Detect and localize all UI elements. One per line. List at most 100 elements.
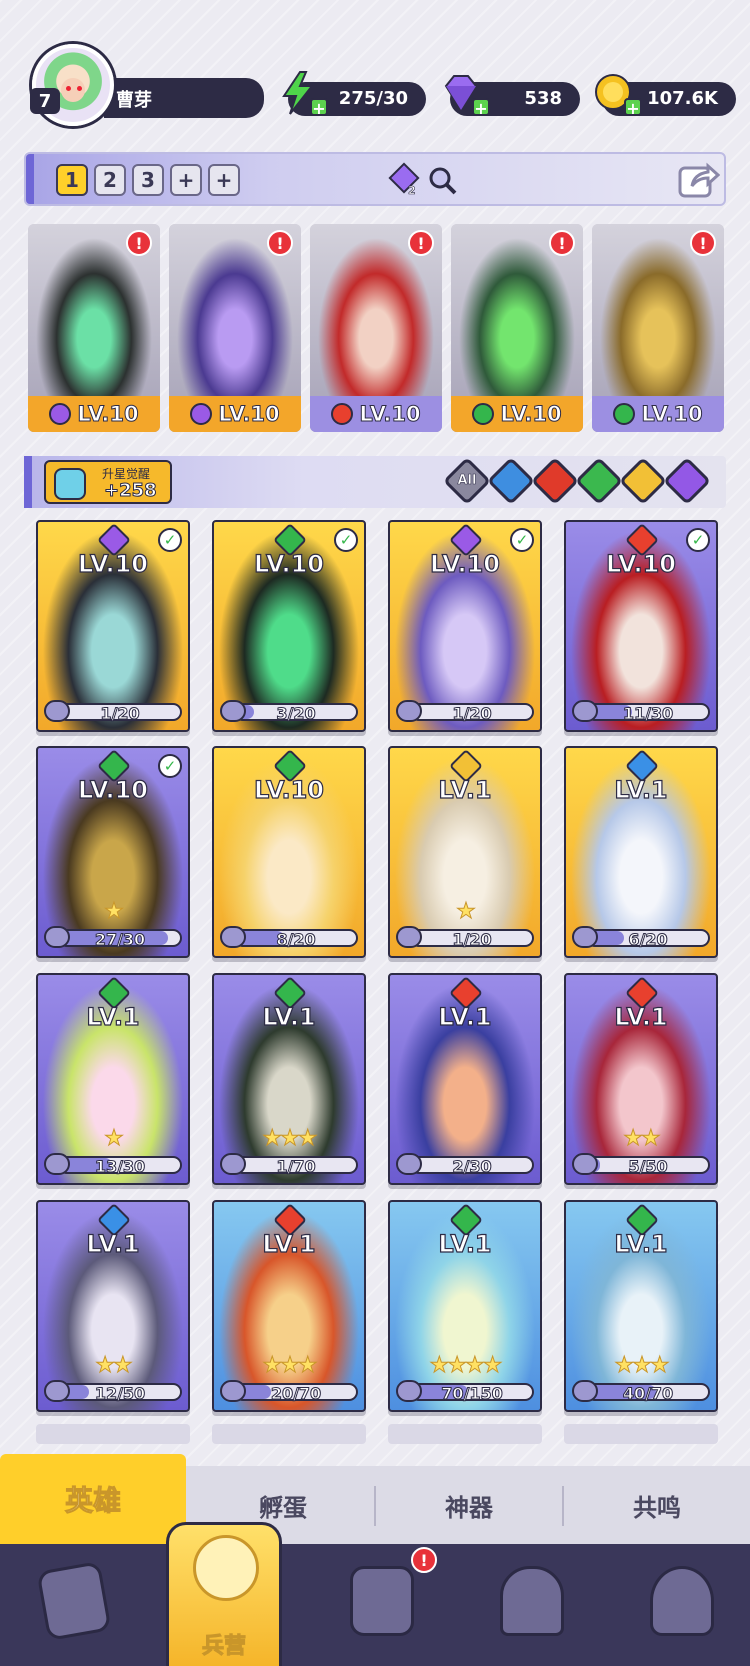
hero-stars: ★★: [623, 1126, 661, 1152]
hero-card[interactable]: LV.1 ★★ 5/50: [564, 973, 718, 1185]
shard-icon: [44, 1380, 70, 1402]
progress-text: 1/20: [452, 930, 492, 950]
roster-header-edge: [24, 456, 32, 508]
owned-check-icon: ✓: [510, 528, 534, 552]
share-icon[interactable]: [676, 158, 721, 202]
team-hero-level-bar: LV.10: [169, 396, 301, 432]
hero-card[interactable]: ✓ LV.10 ★ 27/30: [36, 746, 190, 958]
shard-icon: [572, 926, 598, 948]
hero-card[interactable]: ✓ LV.10 1/20: [36, 520, 190, 732]
add-energy-icon[interactable]: +: [310, 98, 328, 118]
gems-value: 538: [524, 88, 562, 109]
team-hero-alert-badge: !: [549, 230, 575, 256]
owned-check-icon: ✓: [158, 754, 182, 778]
hero-shard-progress: 5/50: [572, 1153, 710, 1177]
hero-level: LV.1: [262, 1002, 316, 1031]
team-hero-level-bar: LV.10: [28, 396, 160, 432]
tab-heroes[interactable]: 英雄: [0, 1454, 186, 1544]
team-hero-level: LV.10: [500, 402, 562, 427]
progress-text: 20/70: [270, 1384, 322, 1404]
nav-mushroom[interactable]: [630, 1558, 730, 1654]
hero-level: LV.1: [86, 1229, 140, 1258]
hero-level: LV.10: [605, 549, 676, 578]
hero-stars: ★: [104, 1126, 125, 1152]
bottom-navigation: [0, 1544, 750, 1666]
hero-card[interactable]: LV.1 ★★★ 40/70: [564, 1200, 718, 1412]
energy-counter[interactable]: + 275/30: [282, 71, 426, 118]
progress-track: 27/30: [58, 929, 182, 950]
nav-barracks[interactable]: 兵营: [166, 1522, 282, 1666]
hero-shard-progress: 8/20: [220, 926, 358, 950]
nav-castle[interactable]: [480, 1558, 580, 1654]
hero-card[interactable]: LV.1 6/20: [564, 746, 718, 958]
progress-text: 1/20: [452, 704, 492, 724]
tab-resonance[interactable]: 共鸣: [564, 1466, 750, 1544]
mushroom-icon: [650, 1566, 714, 1636]
hero-card[interactable]: LV.1 ★★★ 1/70: [212, 973, 366, 1185]
progress-track: 1/20: [410, 929, 534, 950]
next-row-hint: [564, 1424, 718, 1444]
nav-quests[interactable]: [330, 1558, 430, 1654]
team-swap-badge: 2: [408, 184, 416, 197]
hero-shard-progress: 1/20: [44, 700, 182, 724]
progress-text: 1/20: [100, 704, 140, 724]
shard-icon: [44, 1153, 70, 1175]
hero-stars: ★★★: [262, 1126, 318, 1152]
team-tab-3[interactable]: 3: [132, 164, 164, 196]
progress-text: 40/70: [622, 1384, 674, 1404]
energy-value: 275/30: [338, 88, 408, 109]
hero-card[interactable]: LV.1 2/30: [388, 973, 542, 1185]
hero-level: LV.10: [77, 549, 148, 578]
hero-card[interactable]: LV.1 ★★★ 20/70: [212, 1200, 366, 1412]
hero-stars: ★: [104, 899, 125, 925]
progress-text: 1/70: [276, 1157, 316, 1177]
hero-card[interactable]: LV.1 ★★★★ 70/150: [388, 1200, 542, 1412]
next-row-hint: [388, 1424, 542, 1444]
owned-check-icon: ✓: [686, 528, 710, 552]
team-tab-add[interactable]: +: [208, 164, 240, 196]
hero-shard-progress: 6/20: [572, 926, 710, 950]
awaken-button[interactable]: 升星觉醒 +258: [44, 460, 172, 504]
dark-element-icon: [190, 403, 213, 425]
team-selector-bar: 1 2 3 + + 2: [24, 152, 726, 206]
coins-counter[interactable]: + 107.6K: [595, 74, 736, 118]
progress-track: 8/20: [234, 929, 358, 950]
hero-card[interactable]: ✓ LV.10 1/20: [388, 520, 542, 732]
hero-card[interactable]: ✓ LV.10 3/20: [212, 520, 366, 732]
shard-icon: [220, 1153, 246, 1175]
team-swap-icon[interactable]: 2: [386, 162, 424, 200]
team-tab-2[interactable]: 2: [94, 164, 126, 196]
team-tab-add[interactable]: +: [170, 164, 202, 196]
team-hero-level: LV.10: [77, 402, 139, 427]
progress-track: 2/30: [410, 1156, 534, 1177]
hero-level: LV.10: [429, 549, 500, 578]
add-coins-icon[interactable]: +: [624, 98, 642, 118]
tab-artifacts[interactable]: 神器: [376, 1466, 562, 1544]
hero-card[interactable]: LV.1 ★ 13/30: [36, 973, 190, 1185]
hero-shard-progress: 12/50: [44, 1380, 182, 1404]
gems-counter[interactable]: + 538: [444, 75, 580, 118]
hero-card[interactable]: ✓ LV.10 11/30: [564, 520, 718, 732]
progress-track: 12/50: [58, 1383, 182, 1404]
top-bar: 曹芽 7 + 275/30 + 538 + 107.6K: [0, 0, 750, 130]
hero-shard-progress: 40/70: [572, 1380, 710, 1404]
hero-card[interactable]: LV.1 ★ 1/20: [388, 746, 542, 958]
team-tab-1[interactable]: 1: [56, 164, 88, 196]
player-name-bar[interactable]: 曹芽: [104, 78, 264, 118]
hero-level: LV.1: [262, 1229, 316, 1258]
add-gems-icon[interactable]: +: [472, 98, 490, 118]
hero-level: LV.1: [438, 1229, 492, 1258]
hero-card[interactable]: LV.1 ★★ 12/50: [36, 1200, 190, 1412]
nav-cards[interactable]: [22, 1558, 122, 1654]
hero-shard-progress: 70/150: [396, 1380, 534, 1404]
team-hero-level: LV.10: [641, 402, 703, 427]
player-level: 7: [30, 88, 60, 114]
progress-track: 13/30: [58, 1156, 182, 1177]
hero-shard-progress: 11/30: [572, 700, 710, 724]
progress-text: 70/150: [441, 1384, 504, 1404]
hero-card[interactable]: LV.10 8/20: [212, 746, 366, 958]
hero-level: LV.10: [253, 549, 324, 578]
castle-icon: [500, 1566, 564, 1636]
hero-shard-progress: 3/20: [220, 700, 358, 724]
team-search-icon[interactable]: [424, 162, 462, 200]
